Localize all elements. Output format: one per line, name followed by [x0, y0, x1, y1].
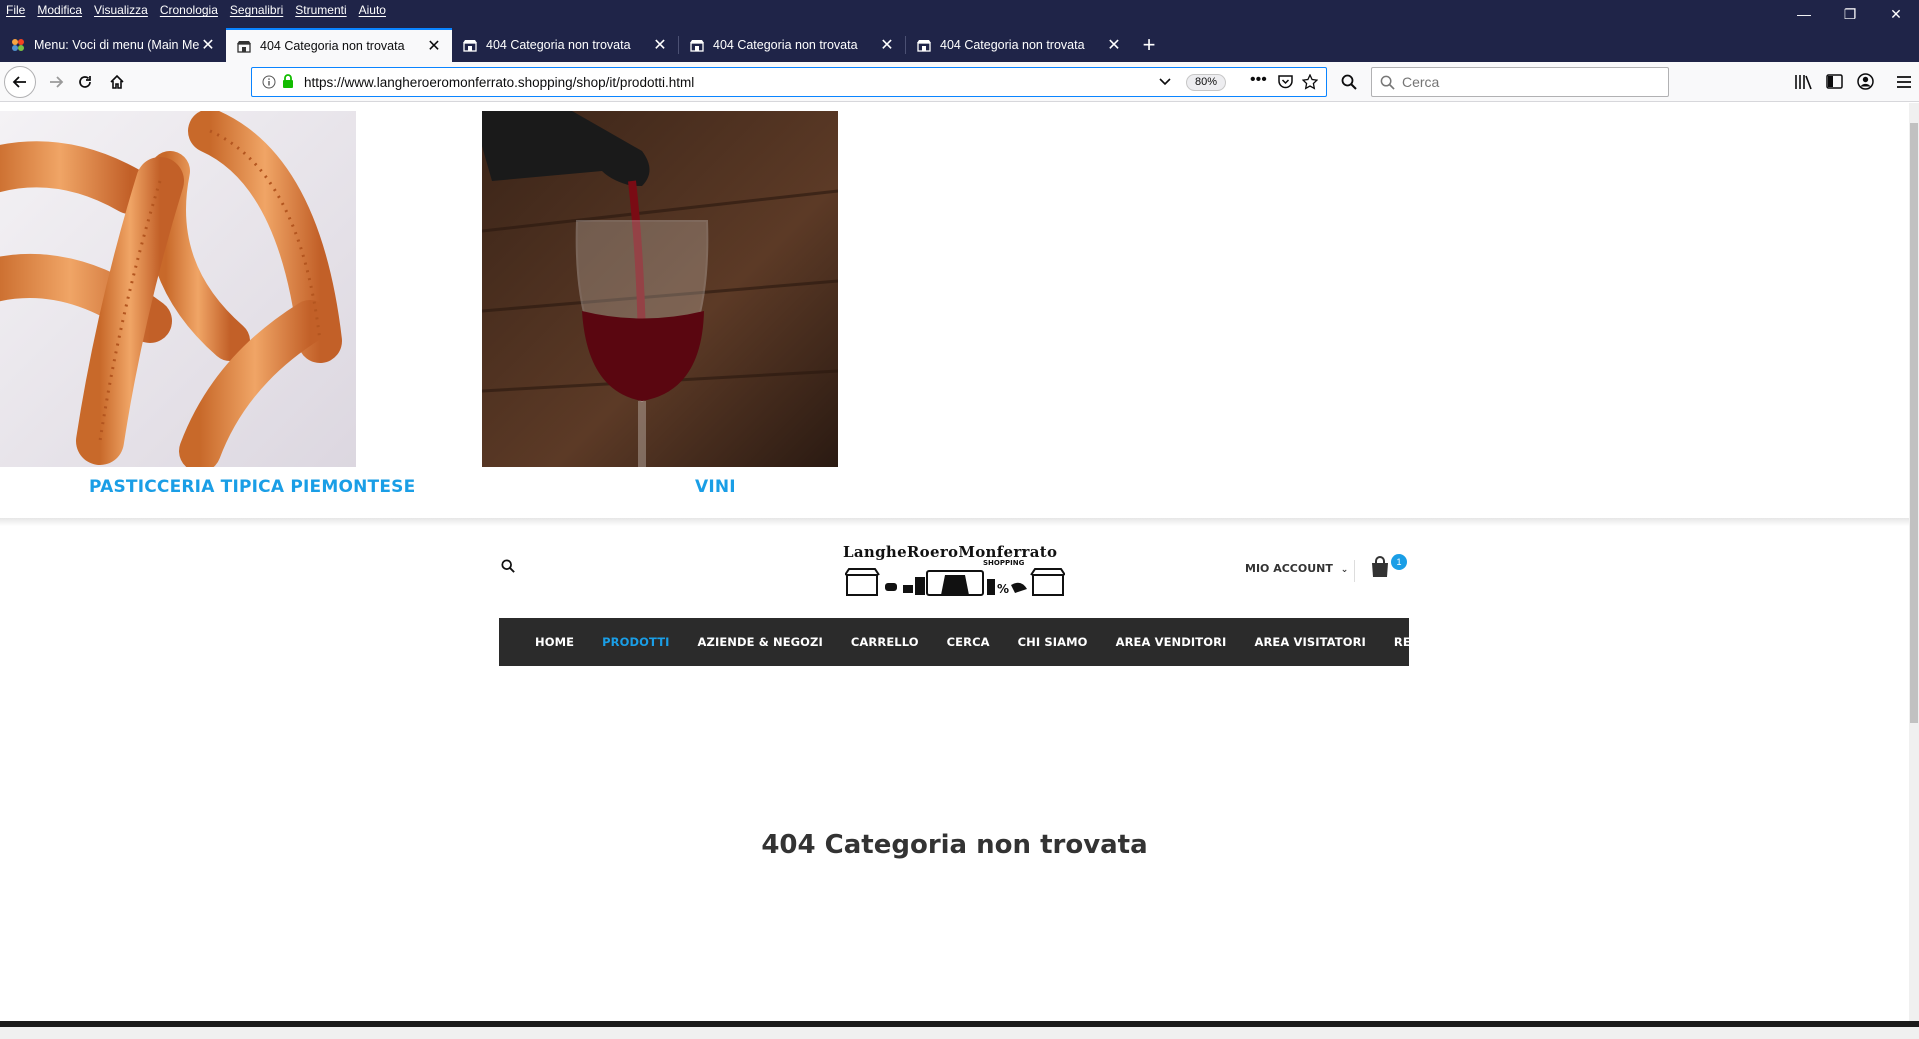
tab-404[interactable]: 404 Categoria non trovata ✕: [679, 28, 905, 62]
chevron-down-icon[interactable]: [1159, 77, 1171, 87]
browser-titlebar: File Modifica Visualizza Cronologia Segn…: [0, 0, 1919, 62]
page-title: 404 Categoria non trovata: [761, 830, 1148, 860]
menu-visualizza[interactable]: Visualizza: [94, 3, 148, 17]
lock-icon[interactable]: [282, 74, 294, 89]
my-account-menu[interactable]: MIO ACCOUNT ⌄: [1245, 562, 1348, 575]
nav-carrello[interactable]: CARRELLO: [851, 635, 919, 649]
arrow-left-icon: [12, 76, 26, 88]
vertical-scrollbar[interactable]: [1909, 103, 1919, 1021]
header-divider: [0, 518, 1909, 526]
chevron-down-icon: ⌄: [1340, 565, 1349, 575]
store-icon: [462, 37, 478, 53]
nav-prodotti[interactable]: PRODOTTI: [602, 635, 669, 649]
page-actions-icon[interactable]: •••: [1250, 71, 1267, 89]
menu-strumenti[interactable]: Strumenti: [295, 3, 346, 17]
search-icon: [1380, 75, 1395, 90]
library-icon[interactable]: [1794, 74, 1812, 90]
address-bar[interactable]: https://www.langheroeromonferrato.shoppi…: [251, 67, 1327, 97]
reload-button[interactable]: [69, 66, 101, 98]
menu-file[interactable]: File: [6, 3, 25, 17]
category-card-pasticceria[interactable]: [0, 111, 356, 467]
restore-button[interactable]: ❐: [1827, 0, 1873, 28]
tab-404[interactable]: 404 Categoria non trovata ✕: [452, 28, 678, 62]
zoom-indicator[interactable]: 80%: [1186, 74, 1227, 91]
menu-cronologia[interactable]: Cronologia: [160, 3, 218, 17]
nav-home[interactable]: HOME: [535, 635, 574, 649]
search-box[interactable]: [1371, 67, 1669, 97]
joomla-icon: [10, 37, 26, 53]
nav-aziende-negozi[interactable]: AZIENDE & NEGOZI: [698, 635, 823, 649]
pocket-icon[interactable]: [1278, 75, 1293, 89]
nav-area-venditori[interactable]: AREA VENDITORI: [1116, 635, 1227, 649]
store-icon: [689, 37, 705, 53]
menu-bar: File Modifica Visualizza Cronologia Segn…: [0, 0, 386, 20]
search-input[interactable]: [1402, 74, 1652, 90]
nav-cerca[interactable]: CERCA: [947, 635, 990, 649]
window-controls: — ❐ ✕: [1781, 0, 1919, 28]
account-icon[interactable]: [1857, 73, 1874, 90]
site-main-nav: HOME PRODOTTI AZIENDE & NEGOZI CARRELLO …: [499, 618, 1470, 666]
logo-subtext: SHOPPING: [983, 559, 1025, 567]
tab-title: 404 Categoria non trovata: [940, 38, 1085, 52]
nav-area-visitatori[interactable]: AREA VISITATORI: [1254, 635, 1365, 649]
category-link-vini[interactable]: VINI: [695, 477, 736, 497]
home-button[interactable]: [101, 66, 133, 98]
hamburger-menu-icon[interactable]: [1896, 75, 1912, 89]
home-icon: [110, 74, 124, 89]
svg-text:%: %: [997, 582, 1009, 596]
close-tab-icon[interactable]: ✕: [426, 36, 442, 56]
wine-image[interactable]: [482, 111, 838, 467]
search-icon[interactable]: [1341, 74, 1357, 90]
arrow-right-icon: [50, 76, 64, 88]
header-separator: [1354, 560, 1355, 582]
category-link-pasticceria[interactable]: PASTICCERIA TIPICA PIEMONTESE: [89, 477, 415, 497]
horizontal-scrollbar[interactable]: [0, 1021, 1919, 1039]
site-logo[interactable]: LangheRoeroMonferrato SHOPPING %: [843, 543, 1065, 603]
forward-button[interactable]: [40, 66, 72, 98]
tab-404[interactable]: 404 Categoria non trovata ✕: [906, 28, 1132, 62]
tab-title: 404 Categoria non trovata: [713, 38, 858, 52]
account-label: MIO ACCOUNT: [1245, 562, 1333, 575]
nav-chi-siamo[interactable]: CHI SIAMO: [1018, 635, 1088, 649]
cart-count-badge: 1: [1391, 554, 1407, 570]
pastry-image[interactable]: [0, 111, 356, 467]
nav-toolbar: https://www.langheroeromonferrato.shoppi…: [0, 62, 1919, 102]
tab-title: 404 Categoria non trovata: [486, 38, 631, 52]
store-icon: [916, 37, 932, 53]
close-tab-icon[interactable]: ✕: [200, 35, 216, 55]
close-tab-icon[interactable]: ✕: [1106, 35, 1122, 55]
back-button[interactable]: [4, 66, 36, 98]
info-icon[interactable]: [262, 75, 276, 89]
tab-strip: Menu: Voci di menu (Main Men ✕ 404 Categ…: [0, 28, 1166, 62]
close-window-button[interactable]: ✕: [1873, 0, 1919, 28]
category-card-vini[interactable]: [482, 111, 838, 467]
tab-title: Menu: Voci di menu (Main Men: [34, 38, 200, 52]
menu-segnalibri[interactable]: Segnalibri: [230, 3, 283, 17]
url-text: https://www.langheroeromonferrato.shoppi…: [304, 74, 695, 90]
logo-storefront-graphic: %: [845, 568, 1065, 596]
tab-joomla-menu[interactable]: Menu: Voci di menu (Main Men ✕: [0, 28, 226, 62]
minimize-button[interactable]: —: [1781, 0, 1827, 28]
logo-text: LangheRoeroMonferrato: [843, 543, 1058, 561]
bookmark-star-icon[interactable]: [1302, 74, 1318, 90]
nav-registrati[interactable]: REGISTRATI: [1394, 635, 1471, 649]
tab-404-active[interactable]: 404 Categoria non trovata ✕: [226, 28, 452, 62]
menu-aiuto[interactable]: Aiuto: [359, 3, 386, 17]
sidebar-icon[interactable]: [1826, 74, 1843, 89]
new-tab-button[interactable]: +: [1132, 28, 1166, 62]
close-tab-icon[interactable]: ✕: [879, 35, 895, 55]
page-content: PASTICCERIA TIPICA PIEMONTESE VINI Langh…: [0, 103, 1909, 1021]
menu-modifica[interactable]: Modifica: [37, 3, 82, 17]
site-search-icon[interactable]: [501, 559, 515, 573]
close-tab-icon[interactable]: ✕: [652, 35, 668, 55]
store-icon: [236, 38, 252, 54]
scrollbar-thumb[interactable]: [1910, 123, 1918, 723]
reload-icon: [79, 76, 91, 88]
tab-title: 404 Categoria non trovata: [260, 39, 405, 53]
shopping-bag-icon[interactable]: [1368, 555, 1392, 579]
